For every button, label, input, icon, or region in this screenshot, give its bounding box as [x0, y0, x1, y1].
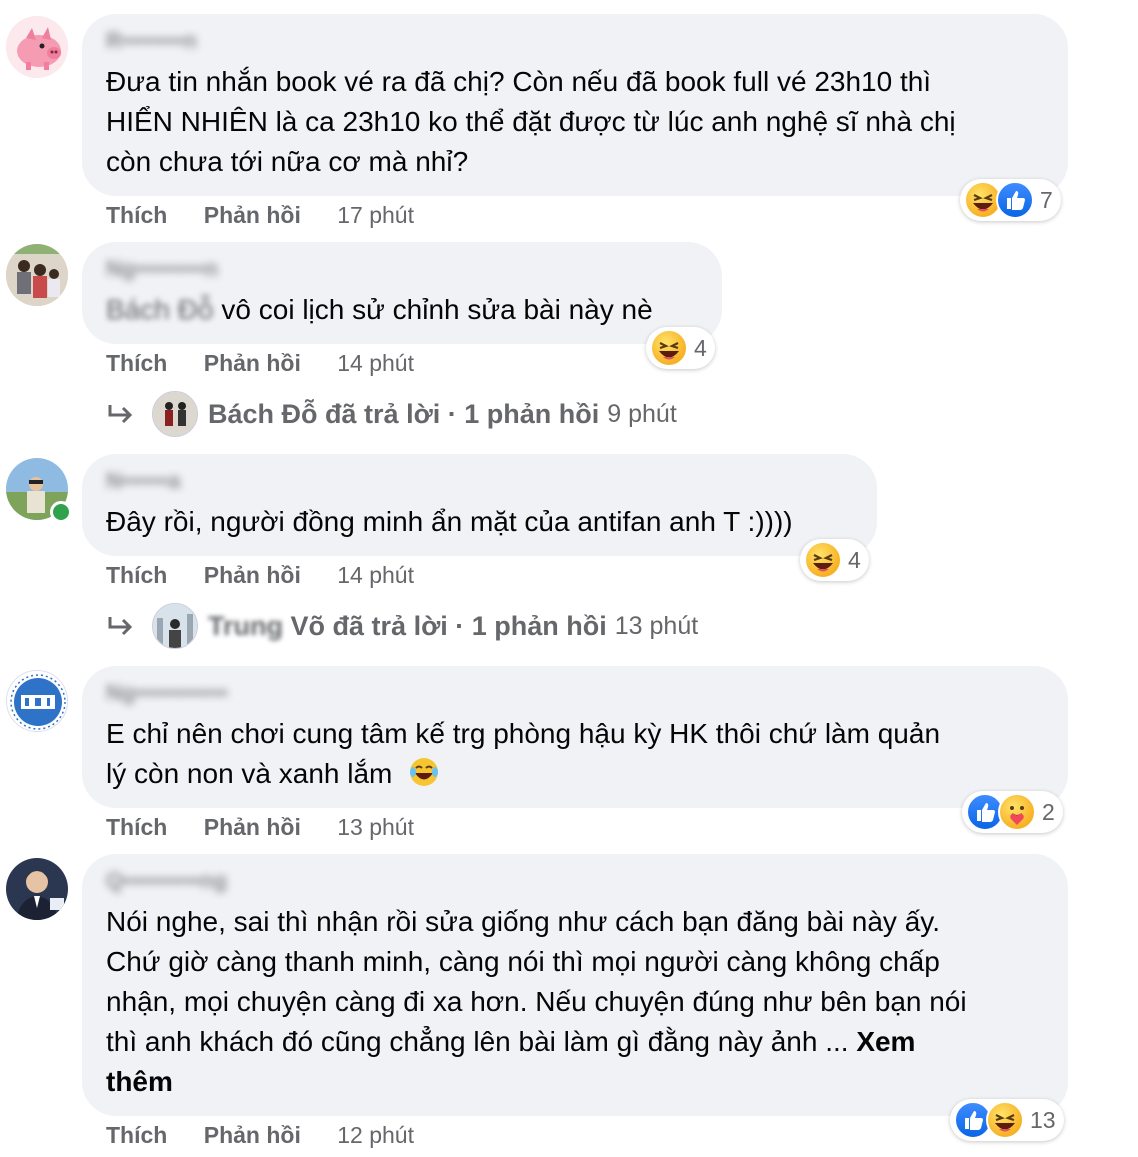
like-button[interactable]: Thích: [106, 814, 167, 840]
reaction-count: 13: [1030, 1106, 1056, 1133]
reaction-count: 4: [848, 546, 861, 573]
reply-button[interactable]: Phản hồi: [204, 350, 301, 376]
koi-logo-avatar-icon: [7, 671, 67, 731]
pig-avatar-icon: [6, 16, 68, 78]
haha-reaction-icon: [804, 541, 842, 579]
reply-button[interactable]: Phản hồi: [204, 1122, 301, 1148]
like-button[interactable]: Thích: [106, 350, 167, 376]
comment-timestamp[interactable]: 12 phút: [337, 1122, 414, 1148]
reaction-summary[interactable]: 4: [646, 327, 715, 369]
see-more-link[interactable]: thêm: [106, 1062, 173, 1102]
comment-bubble: Q••••••••••ng Nói nghe, sai thì nhận rồi…: [82, 854, 1068, 1116]
like-button[interactable]: Thích: [106, 1122, 167, 1148]
avatar[interactable]: [6, 244, 68, 306]
comment-bubble: R••••••••n Đưa tin nhắn book vé ra đã ch…: [82, 14, 1068, 196]
care-reaction-icon: [998, 793, 1036, 831]
comment-text-line: Chứ giờ càng thanh minh, càng nói thì mọ…: [106, 946, 940, 977]
comment-text-line: lý còn non và xanh lắm: [106, 754, 440, 794]
mention-tag[interactable]: Bách Đỗ: [106, 294, 213, 325]
reply-author: Trung: [208, 610, 283, 641]
reply-timestamp: 13 phút: [614, 611, 699, 640]
haha-reaction-icon: [650, 329, 688, 367]
comment-author[interactable]: N••••••a: [106, 468, 180, 494]
reply-arrow-icon: [108, 617, 133, 636]
haha-reaction-icon: [986, 1101, 1024, 1139]
reaction-summary[interactable]: 4: [800, 539, 869, 581]
comment-text-line: Đây rồi, người đồng minh ẩn mặt của anti…: [106, 506, 793, 537]
comment-author[interactable]: Ng••••••••••••: [106, 680, 228, 706]
reaction-summary[interactable]: 7: [960, 179, 1061, 221]
man-in-suit-avatar-icon: [6, 858, 68, 920]
comment-actions: Thích Phản hồi 14 phút: [106, 562, 414, 589]
tears-of-joy-emoji-icon: [410, 758, 439, 786]
comment-timestamp[interactable]: 13 phút: [337, 814, 414, 840]
reply-summary-text: đã trả lời · 1 phản hồi: [325, 398, 600, 429]
reaction-count: 2: [1042, 798, 1055, 825]
avatar[interactable]: [6, 16, 68, 78]
reaction-summary[interactable]: 2: [962, 791, 1063, 833]
online-status-indicator: [50, 501, 72, 523]
comment-bubble: Ng•••••••••n Bách Đỗ vô coi lịch sử chỉnh…: [82, 242, 722, 344]
comment-timestamp[interactable]: 14 phút: [337, 562, 414, 588]
avatar[interactable]: [6, 670, 68, 732]
reaction-summary[interactable]: 13: [950, 1099, 1064, 1141]
reply-avatar: [152, 391, 198, 437]
reaction-count: 4: [694, 334, 707, 361]
comment-timestamp[interactable]: 17 phút: [337, 202, 414, 228]
like-reaction-icon: [996, 181, 1034, 219]
avatar[interactable]: [6, 858, 68, 920]
reply-author: Võ: [290, 610, 326, 641]
comment-actions: Thích Phản hồi 12 phút: [106, 1122, 414, 1149]
comment-text-line: Nói nghe, sai thì nhận rồi sửa giống như…: [106, 906, 940, 937]
comment-text-line: còn chưa tới nữa cơ mà nhỉ?: [106, 146, 469, 177]
reply-timestamp: 9 phút: [607, 399, 677, 428]
comment-text-line: thì anh khách đó cũng chẳng lên bài làm …: [106, 1026, 916, 1057]
comment-author[interactable]: R••••••••n: [106, 28, 197, 54]
comment-actions: Thích Phản hồi 13 phút: [106, 814, 414, 841]
comment-text-line: Đưa tin nhắn book vé ra đã chị? Còn nếu …: [106, 66, 932, 97]
reply-avatar: [152, 603, 198, 649]
reply-button[interactable]: Phản hồi: [204, 814, 301, 840]
reply-arrow-icon: [108, 405, 133, 424]
comment-actions: Thích Phản hồi 17 phút: [106, 202, 414, 229]
comment-text-line: nhận, mọi chuyện càng đi xa hơn. Nếu chu…: [106, 986, 967, 1017]
view-replies-link[interactable]: Trung Võ đã trả lời · 1 phản hồi 13 phút: [106, 603, 698, 649]
comment-text-line: Bách Đỗ vô coi lịch sử chỉnh sửa bài này …: [106, 294, 653, 325]
reply-button[interactable]: Phản hồi: [204, 562, 301, 588]
comment-author[interactable]: Ng•••••••••n: [106, 256, 218, 282]
comment-bubble: N••••••a Đây rồi, người đồng minh ẩn mặt…: [82, 454, 877, 556]
comment-timestamp[interactable]: 14 phút: [337, 350, 414, 376]
comment-text-line: HIỂN NHIÊN là ca 23h10 ko thể đặt được t…: [106, 106, 956, 137]
family-photo-avatar-icon: [6, 244, 68, 306]
view-replies-link[interactable]: Bách Đỗ đã trả lời · 1 phản hồi 9 phút: [106, 391, 677, 437]
comment-author[interactable]: Q••••••••••ng: [106, 868, 227, 894]
reply-summary-text: đã trả lời · 1 phản hồi: [332, 610, 607, 641]
reply-button[interactable]: Phản hồi: [204, 202, 301, 228]
like-button[interactable]: Thích: [106, 562, 167, 588]
comment-bubble: Ng•••••••••••• E chỉ nên chơi cung tâm k…: [82, 666, 1068, 808]
see-more-link[interactable]: Xem: [856, 1026, 915, 1057]
reply-author: Bách Đỗ: [208, 398, 318, 429]
like-button[interactable]: Thích: [106, 202, 167, 228]
comment-text-line: E chỉ nên chơi cung tâm kế trg phòng hậu…: [106, 718, 941, 749]
reaction-count: 7: [1040, 186, 1053, 213]
comment-actions: Thích Phản hồi 14 phút: [106, 350, 414, 377]
